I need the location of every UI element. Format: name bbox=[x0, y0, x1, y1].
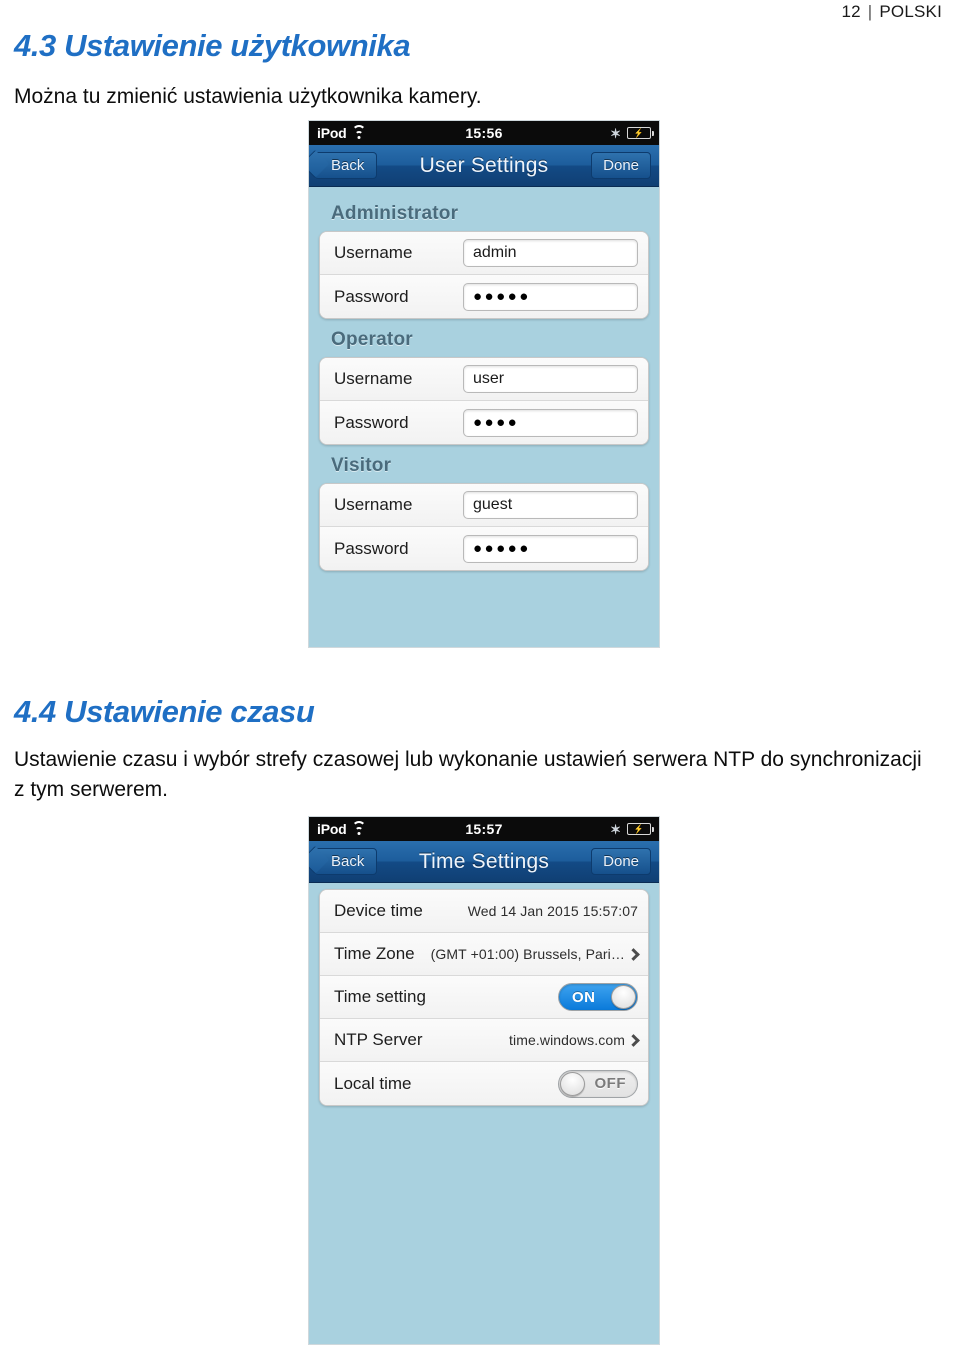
bluetooth-icon: ✶ bbox=[610, 821, 621, 837]
time-setting-row[interactable]: Time setting ON bbox=[320, 976, 648, 1019]
operator-password-row[interactable]: Password ●●●● bbox=[320, 401, 648, 444]
section-paragraph-4-4: Ustawienie czasu i wybór strefy czasowej… bbox=[14, 748, 922, 801]
section-heading-4-3: 4.3 Ustawienie użytkownika bbox=[14, 28, 411, 63]
row-label: Time setting bbox=[334, 987, 426, 1006]
page-number: 12 bbox=[841, 2, 861, 21]
section-heading-4-4: 4.4 Ustawienie czasu bbox=[14, 694, 315, 729]
done-button-label: Done bbox=[603, 853, 639, 870]
battery-bolt-glyph: ⚡ bbox=[634, 823, 644, 834]
ntp-server-value: time.windows.com bbox=[509, 1032, 625, 1048]
visitor-password-input[interactable]: ●●●●● bbox=[463, 534, 638, 563]
password-dots: ●●●● bbox=[473, 414, 520, 431]
row-label: NTP Server bbox=[334, 1030, 423, 1049]
user-settings-screenshot: iPod 15:56 ✶ ⚡ Back User Settings Done A… bbox=[308, 120, 660, 648]
back-button[interactable]: Back bbox=[315, 848, 378, 875]
row-label: Username bbox=[334, 495, 413, 514]
administrator-card: Username admin Password ●●●●● bbox=[319, 231, 649, 319]
device-time-value: Wed 14 Jan 2015 15:57:07 bbox=[467, 903, 638, 919]
administrator-password-row[interactable]: Password ●●●●● bbox=[320, 275, 648, 318]
section-paragraph-4-3: Można tu zmienić ustawienia użytkownika … bbox=[14, 85, 482, 108]
time-settings-card: Device time Wed 14 Jan 2015 15:57:07 Tim… bbox=[319, 889, 649, 1106]
row-label: Device time bbox=[334, 901, 423, 920]
administrator-username-row[interactable]: Username admin bbox=[320, 232, 648, 275]
time-zone-value: (GMT +01:00) Brussels, Pari… bbox=[430, 946, 625, 962]
toggle-knob bbox=[560, 1071, 585, 1096]
row-label: Password bbox=[334, 412, 409, 432]
user-settings-content: Administrator Username admin Password ●●… bbox=[309, 187, 659, 585]
password-dots: ●●●●● bbox=[473, 540, 531, 557]
back-button-label: Back bbox=[331, 157, 365, 174]
visitor-card: Username guest Password ●●●●● bbox=[319, 483, 649, 571]
administrator-username-input[interactable]: admin bbox=[463, 239, 638, 267]
toggle-state-label: ON bbox=[572, 988, 596, 1006]
toggle-knob bbox=[611, 985, 636, 1009]
time-settings-screenshot: iPod 15:57 ✶ ⚡ Back Time Settings Done D… bbox=[308, 816, 660, 1345]
status-bar-clock: 15:56 bbox=[465, 125, 503, 141]
status-bar-right: ✶ ⚡ bbox=[610, 821, 654, 837]
row-label: Time Zone bbox=[334, 944, 415, 963]
status-bar: iPod 15:57 ✶ ⚡ bbox=[309, 817, 659, 841]
battery-charging-icon: ⚡ bbox=[627, 127, 654, 139]
page-language: POLSKI bbox=[879, 2, 942, 21]
row-label: Password bbox=[334, 538, 409, 558]
done-button-label: Done bbox=[603, 157, 639, 174]
operator-username-row[interactable]: Username user bbox=[320, 358, 648, 401]
password-dots: ●●●●● bbox=[473, 288, 531, 305]
group-label-visitor: Visitor bbox=[331, 455, 392, 476]
device-time-row: Device time Wed 14 Jan 2015 15:57:07 bbox=[320, 890, 648, 933]
row-label: Username bbox=[334, 369, 413, 388]
chevron-right-icon bbox=[627, 1033, 640, 1047]
group-label-administrator: Administrator bbox=[331, 203, 459, 224]
done-button[interactable]: Done bbox=[591, 848, 651, 875]
operator-card: Username user Password ●●●● bbox=[319, 357, 649, 445]
status-bar: iPod 15:56 ✶ ⚡ bbox=[309, 121, 659, 145]
visitor-password-row[interactable]: Password ●●●●● bbox=[320, 527, 648, 570]
status-bar-clock: 15:57 bbox=[465, 821, 503, 837]
visitor-username-input[interactable]: guest bbox=[463, 491, 638, 519]
ntp-server-row[interactable]: NTP Server time.windows.com bbox=[320, 1019, 648, 1062]
operator-password-input[interactable]: ●●●● bbox=[463, 408, 638, 437]
row-label: Password bbox=[334, 286, 409, 306]
navigation-bar: Back User Settings Done bbox=[309, 145, 659, 187]
time-settings-content: Device time Wed 14 Jan 2015 15:57:07 Tim… bbox=[309, 883, 659, 1120]
time-setting-toggle[interactable]: ON bbox=[558, 983, 638, 1011]
operator-username-input[interactable]: user bbox=[463, 365, 638, 393]
local-time-toggle[interactable]: OFF bbox=[558, 1069, 638, 1098]
row-label: Local time bbox=[334, 1073, 412, 1093]
local-time-row[interactable]: Local time OFF bbox=[320, 1062, 648, 1105]
visitor-username-row[interactable]: Username guest bbox=[320, 484, 648, 527]
battery-charging-icon: ⚡ bbox=[627, 823, 654, 835]
battery-bolt-glyph: ⚡ bbox=[634, 127, 644, 138]
group-label-operator: Operator bbox=[331, 329, 413, 350]
toggle-state-label: OFF bbox=[594, 1075, 626, 1092]
back-button[interactable]: Back bbox=[315, 152, 378, 179]
administrator-password-input[interactable]: ●●●●● bbox=[463, 282, 638, 311]
bluetooth-icon: ✶ bbox=[610, 125, 621, 141]
navigation-bar: Back Time Settings Done bbox=[309, 841, 659, 883]
status-bar-right: ✶ ⚡ bbox=[610, 125, 654, 141]
chevron-right-icon bbox=[627, 947, 640, 961]
done-button[interactable]: Done bbox=[591, 152, 651, 179]
time-zone-row[interactable]: Time Zone (GMT +01:00) Brussels, Pari… bbox=[320, 933, 648, 976]
page-header-separator: | bbox=[867, 2, 873, 21]
page-header: 12 | POLSKI bbox=[841, 2, 942, 22]
row-label: Username bbox=[334, 243, 413, 262]
back-button-label: Back bbox=[331, 853, 365, 870]
